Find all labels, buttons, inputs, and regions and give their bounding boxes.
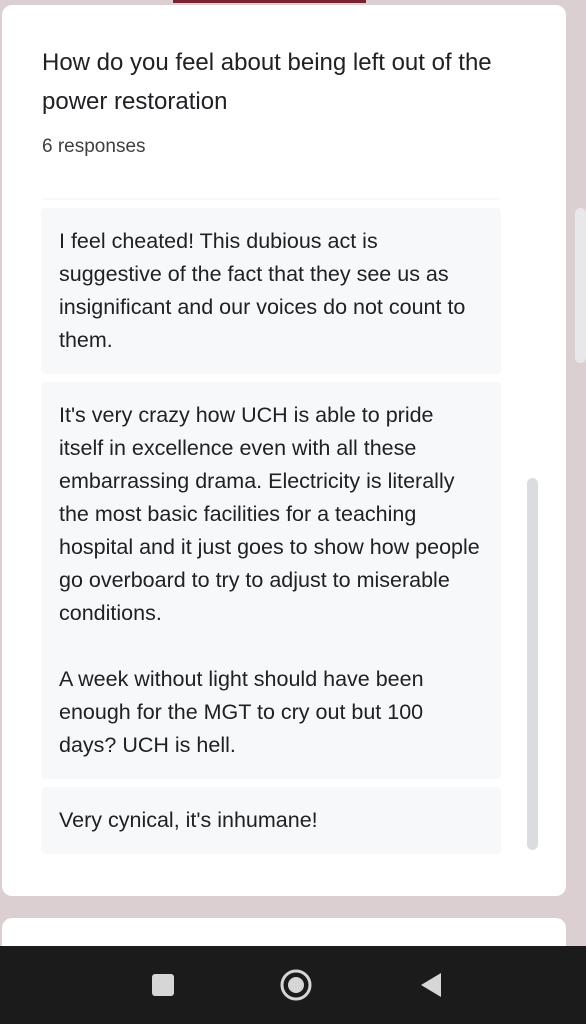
responses-scrollbar[interactable] [527, 478, 538, 850]
response-item: It's very crazy how UCH is able to pride… [41, 382, 501, 779]
response-item [41, 198, 501, 200]
home-button[interactable] [278, 967, 314, 1003]
response-count: 6 responses [42, 136, 146, 157]
top-accent-bar [173, 0, 366, 3]
system-navigation-bar [0, 946, 586, 1024]
recents-button[interactable] [145, 967, 181, 1003]
page-scrollbar[interactable] [575, 208, 586, 363]
question-title: How do you feel about being left out of … [42, 49, 492, 115]
triangle-back-icon [421, 973, 441, 997]
square-recents-icon [152, 974, 174, 996]
response-item: I feel cheated! This dubious act is sugg… [41, 208, 501, 374]
responses-list: I feel cheated! This dubious act is sugg… [41, 198, 501, 862]
question-card: How do you feel about being left out of … [2, 5, 566, 896]
responses-scroll-area[interactable]: I feel cheated! This dubious act is sugg… [41, 198, 501, 863]
circle-home-icon [280, 969, 312, 1001]
response-item: Very cynical, it's inhumane! [41, 787, 501, 854]
back-button[interactable] [412, 967, 448, 1003]
